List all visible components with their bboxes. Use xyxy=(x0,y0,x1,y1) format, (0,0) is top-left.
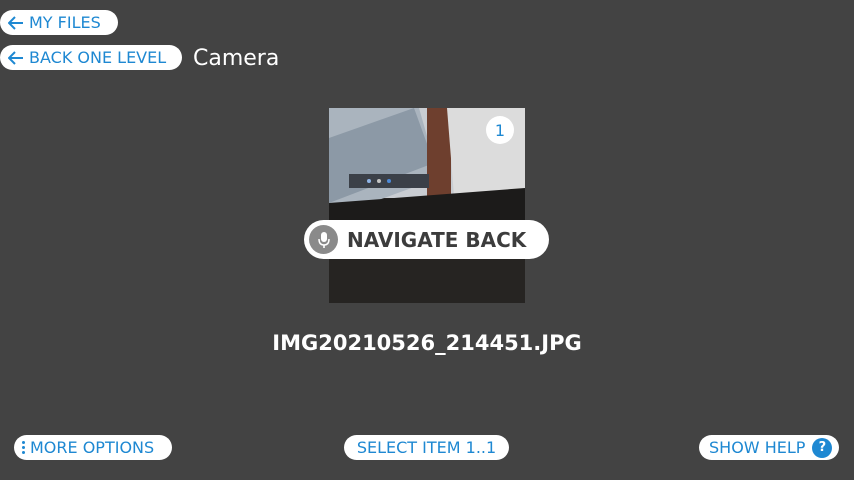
selection-number-badge: 1 xyxy=(486,116,514,144)
show-help-label: SHOW HELP xyxy=(709,438,806,457)
arrow-left-icon xyxy=(8,50,24,65)
select-item-label: SELECT ITEM 1..1 xyxy=(356,438,497,457)
back-one-level-button[interactable]: BACK ONE LEVEL xyxy=(0,45,182,70)
more-options-button[interactable]: MORE OPTIONS xyxy=(14,435,172,460)
back-one-level-label: BACK ONE LEVEL xyxy=(29,48,167,67)
my-files-label: MY FILES xyxy=(29,13,101,32)
arrow-left-icon xyxy=(8,15,24,30)
microphone-icon xyxy=(309,225,338,254)
folder-title: Camera xyxy=(193,46,280,71)
file-name: IMG20210526_214451.JPG xyxy=(272,331,582,355)
navigate-back-label: NAVIGATE BACK xyxy=(347,227,527,252)
my-files-button[interactable]: MY FILES xyxy=(0,10,118,35)
select-item-button[interactable]: SELECT ITEM 1..1 xyxy=(344,435,509,460)
more-vertical-icon xyxy=(22,440,25,455)
help-icon: ? xyxy=(812,437,833,458)
navigate-back-voice-hint[interactable]: NAVIGATE BACK xyxy=(304,220,549,259)
show-help-button[interactable]: SHOW HELP ? xyxy=(699,435,839,460)
more-options-label: MORE OPTIONS xyxy=(30,438,155,457)
